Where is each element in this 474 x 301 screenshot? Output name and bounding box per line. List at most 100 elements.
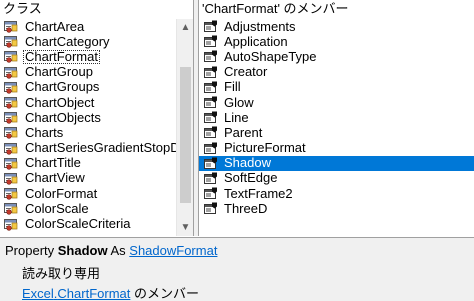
list-item[interactable]: ChartCategory xyxy=(0,34,176,49)
property-icon xyxy=(199,96,222,109)
class-icon xyxy=(0,81,23,94)
scroll-up-arrow-icon[interactable]: ▲ xyxy=(177,19,193,36)
list-item[interactable]: ThreeD xyxy=(199,201,474,216)
class-icon xyxy=(0,172,23,185)
list-item-label: Glow xyxy=(224,94,254,110)
list-item[interactable]: Glow xyxy=(199,95,474,110)
list-item[interactable]: ColorScaleCriteria xyxy=(0,216,176,231)
list-item[interactable]: ColorFormat xyxy=(0,186,176,201)
list-item[interactable]: ChartGroups xyxy=(0,80,176,95)
list-item-label: Shadow xyxy=(224,155,271,171)
members-list[interactable]: Adjustments Application AutoShapeType Creat… xyxy=(199,19,474,216)
class-icon xyxy=(0,96,23,109)
list-item[interactable]: ChartGroup xyxy=(0,65,176,80)
details-as-text: As xyxy=(107,243,130,258)
classes-pane: クラス ChartArea ChartCategory ChartFormat Cha… xyxy=(0,0,194,236)
list-item-label: ChartGroup xyxy=(25,64,93,80)
class-icon xyxy=(0,126,23,140)
list-item-label: Line xyxy=(224,110,249,125)
class-icon xyxy=(0,50,23,64)
list-item[interactable]: Line xyxy=(199,110,474,125)
scroll-thumb[interactable] xyxy=(180,67,191,203)
list-item[interactable]: Shadow xyxy=(199,155,474,171)
details-member-name: Shadow xyxy=(57,243,108,258)
class-icon xyxy=(0,187,23,200)
details-library-link[interactable]: Excel xyxy=(22,286,54,301)
list-item-label: Creator xyxy=(224,64,268,80)
list-item[interactable]: TextFrame2 xyxy=(199,186,474,201)
details-prefix: Property xyxy=(5,243,58,258)
details-member-of: Excel.ChartFormat のメンバー xyxy=(22,283,199,301)
list-item-label: ChartFormat xyxy=(23,49,100,64)
members-header: 'ChartFormat' のメンバー xyxy=(199,0,474,18)
scroll-down-arrow-icon[interactable]: ▼ xyxy=(177,219,193,236)
list-item[interactable]: ChartObjects xyxy=(0,110,176,125)
list-item-label: Adjustments xyxy=(224,19,296,34)
list-item-label: ColorFormat xyxy=(25,186,98,201)
class-icon xyxy=(0,218,23,231)
list-item-label: Fill xyxy=(224,79,241,95)
details-type-link[interactable]: ShadowFormat xyxy=(129,243,217,258)
classes-header: クラス xyxy=(0,0,193,18)
list-item-label: ColorScaleCriteria xyxy=(25,216,131,232)
list-item[interactable]: Charts xyxy=(0,125,176,140)
property-icon xyxy=(199,50,222,63)
list-item[interactable]: ColorScale xyxy=(0,201,176,216)
classes-list[interactable]: ChartArea ChartCategory ChartFormat ChartGr… xyxy=(0,19,176,232)
list-item-label: ChartTitle xyxy=(25,155,81,171)
list-item-label: ColorScale xyxy=(25,201,89,216)
list-item-label: ChartGroups xyxy=(25,79,100,95)
list-item-label: Charts xyxy=(25,125,64,140)
class-icon xyxy=(0,202,23,215)
property-icon xyxy=(199,35,222,48)
list-item[interactable]: Fill xyxy=(199,80,474,95)
list-item-label: ChartCategory xyxy=(25,34,110,49)
list-item[interactable]: Creator xyxy=(199,65,474,80)
details-pane: Property Shadow As ShadowFormat 読み取り専用 E… xyxy=(0,237,474,301)
list-item-label: SoftEdge xyxy=(224,170,278,186)
class-icon xyxy=(0,157,23,170)
list-item[interactable]: Adjustments xyxy=(199,19,474,34)
details-signature: Property Shadow As ShadowFormat xyxy=(5,243,217,258)
property-icon xyxy=(199,126,222,139)
list-item-label: ChartArea xyxy=(25,19,85,34)
property-icon xyxy=(199,111,222,124)
list-item-label: ThreeD xyxy=(224,201,268,216)
list-item[interactable]: ChartSeriesGradientStopD xyxy=(0,141,176,156)
property-icon xyxy=(199,157,222,170)
list-item-label: TextFrame2 xyxy=(224,186,293,201)
property-icon xyxy=(199,66,222,79)
list-item-label: Application xyxy=(224,34,288,49)
list-item[interactable]: ChartTitle xyxy=(0,156,176,171)
list-item[interactable]: ChartArea xyxy=(0,19,176,34)
list-item[interactable]: Application xyxy=(199,34,474,49)
list-item[interactable]: ChartView xyxy=(0,171,176,186)
list-item-label: AutoShapeType xyxy=(224,49,317,64)
list-item-label: ChartView xyxy=(25,170,85,186)
class-icon xyxy=(0,66,23,79)
class-icon xyxy=(0,20,23,33)
list-item[interactable]: ChartFormat xyxy=(0,49,176,64)
class-icon xyxy=(0,142,23,155)
list-item[interactable]: AutoShapeType xyxy=(199,49,474,64)
list-item-label: ChartObject xyxy=(25,94,95,110)
list-item[interactable]: ChartObject xyxy=(0,95,176,110)
list-item[interactable]: PictureFormat xyxy=(199,141,474,156)
list-item[interactable]: Parent xyxy=(199,125,474,140)
property-icon xyxy=(199,202,222,215)
list-item-label: ChartSeriesGradientStopD xyxy=(25,140,176,156)
property-icon xyxy=(199,187,222,200)
classes-scrollbar[interactable]: ▲ ▼ xyxy=(176,19,193,236)
list-item-label: Parent xyxy=(224,125,263,140)
details-readonly: 読み取り専用 xyxy=(22,266,101,281)
class-icon xyxy=(0,111,23,124)
details-class-link[interactable]: ChartFormat xyxy=(57,286,130,301)
details-member-of-suffix: のメンバー xyxy=(130,286,200,301)
list-item-label: ChartObjects xyxy=(25,110,101,125)
property-icon xyxy=(199,20,222,33)
list-item[interactable]: SoftEdge xyxy=(199,171,474,186)
property-icon xyxy=(199,81,222,94)
property-icon xyxy=(199,142,222,155)
list-item-label: PictureFormat xyxy=(224,140,306,156)
class-icon xyxy=(0,35,23,48)
